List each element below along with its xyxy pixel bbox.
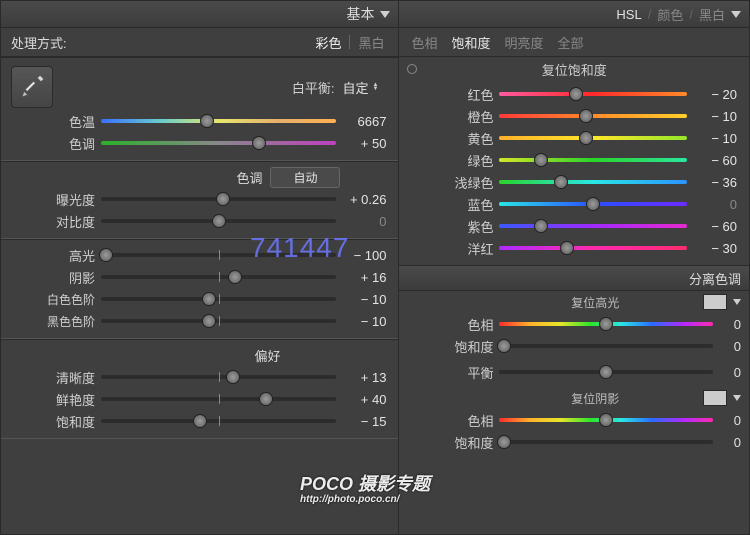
sh-sat-slider[interactable] — [499, 435, 713, 449]
balance-slider[interactable] — [499, 365, 713, 379]
shadows-slider[interactable] — [101, 270, 336, 284]
tab-luminance[interactable]: 明亮度 — [505, 33, 544, 52]
presence-group: 偏好 清晰度+ 13 鲜艳度+ 40 饱和度− 15 — [1, 339, 398, 439]
treatment-bw[interactable]: 黑白 — [354, 33, 388, 52]
wb-group: 白平衡: 自定 ▲▼ 色温 6667 色调 + 50 — [1, 57, 398, 161]
crumb-hsl[interactable]: HSL — [616, 7, 641, 22]
sat-purple-slider[interactable] — [499, 219, 687, 233]
vibrance-slider[interactable] — [101, 392, 336, 406]
tat-icon[interactable] — [407, 64, 417, 74]
hsl-panel-header[interactable]: HSL/ 颜色/ 黑白 — [399, 1, 749, 28]
tint-row: 色调 + 50 — [9, 132, 390, 154]
shadow-swatch[interactable] — [703, 390, 727, 406]
tint-slider[interactable] — [101, 136, 336, 150]
eyedropper-icon — [16, 71, 48, 103]
sat-heading[interactable]: 复位饱和度 — [425, 60, 723, 79]
crumb-bw[interactable]: 黑白 — [699, 5, 725, 24]
tint-value[interactable]: + 50 — [336, 136, 390, 151]
treatment-label: 处理方式: — [11, 33, 73, 52]
auto-button[interactable]: 自动 — [270, 167, 340, 188]
highlights-slider[interactable] — [101, 248, 336, 262]
sat-red-slider[interactable] — [499, 87, 687, 101]
split-toning-header[interactable]: 分离色调 — [399, 265, 749, 291]
hi-sat-slider[interactable] — [499, 339, 713, 353]
sh-hue-slider[interactable] — [499, 413, 713, 427]
basic-panel: 基本 处理方式: 彩色 黑白 白平衡: 自定 — [0, 0, 399, 535]
tab-all[interactable]: 全部 — [558, 33, 584, 52]
hi-hue-slider[interactable] — [499, 317, 713, 331]
sat-yellow-slider[interactable] — [499, 131, 687, 145]
tone-group: 色调 自动 曝光度+ 0.26 对比度0 — [1, 161, 398, 239]
basic-panel-header[interactable]: 基本 — [1, 1, 398, 28]
sat-green-slider[interactable] — [499, 153, 687, 167]
wb-preset-dropdown[interactable]: 自定 ▲▼ — [343, 78, 379, 97]
blacks-slider[interactable] — [101, 314, 336, 328]
presence-heading: 偏好 — [9, 346, 280, 365]
hlsh-group: 高光− 100 阴影+ 16 白色色阶− 10 黑色色阶− 10 — [1, 239, 398, 339]
tone-heading: 色调 — [9, 168, 262, 187]
hsl-tabs: 色相 饱和度 明亮度 全部 — [399, 28, 749, 57]
treatment-row: 处理方式: 彩色 黑白 — [1, 28, 398, 57]
whites-slider[interactable] — [101, 292, 336, 306]
sat-blue-slider[interactable] — [499, 197, 687, 211]
tab-hue[interactable]: 色相 — [411, 33, 437, 52]
hsl-panel: HSL/ 颜色/ 黑白 色相 饱和度 明亮度 全部 复位饱和度 红色− 20 橙… — [399, 0, 750, 535]
sat-orange-slider[interactable] — [499, 109, 687, 123]
tab-saturation[interactable]: 饱和度 — [451, 33, 490, 52]
saturation-slider[interactable] — [101, 414, 336, 428]
sat-aqua-slider[interactable] — [499, 175, 687, 189]
temp-value[interactable]: 6667 — [336, 114, 390, 129]
chevron-down-icon — [733, 395, 741, 401]
clarity-slider[interactable] — [101, 370, 336, 384]
sh-heading[interactable]: 复位阴影 — [493, 390, 697, 407]
crumb-color[interactable]: 颜色 — [657, 5, 683, 24]
collapse-icon — [380, 11, 390, 18]
hi-heading[interactable]: 复位高光 — [493, 294, 697, 311]
wb-section-label: 白平衡: — [53, 78, 343, 97]
exposure-slider[interactable] — [101, 192, 336, 206]
eyedropper-button[interactable] — [11, 66, 53, 108]
chevron-down-icon — [733, 299, 741, 305]
updown-icon: ▲▼ — [373, 83, 379, 91]
contrast-slider[interactable] — [101, 214, 336, 228]
temp-slider[interactable] — [101, 114, 336, 128]
sat-magenta-slider[interactable] — [499, 241, 687, 255]
treatment-color[interactable]: 彩色 — [311, 33, 345, 52]
collapse-icon — [731, 11, 741, 18]
highlight-swatch[interactable] — [703, 294, 727, 310]
basic-title: 基本 — [346, 4, 374, 24]
temp-row: 色温 6667 — [9, 110, 390, 132]
